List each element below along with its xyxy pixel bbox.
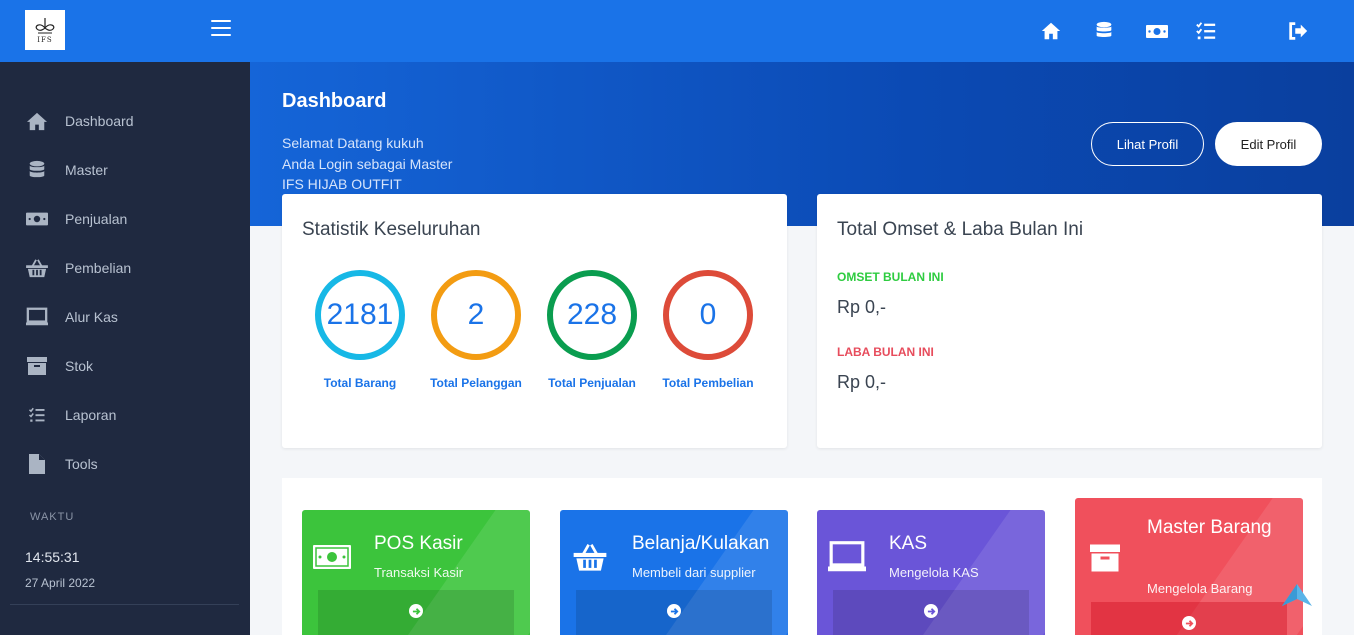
stat-label: Total Pembelian [662,376,754,390]
basket-icon [26,258,48,278]
tile-master-barang[interactable]: Master Barang Mengelola Barang [1075,498,1303,635]
page-title: Dashboard [282,90,387,112]
laptop-icon [26,307,48,327]
money-icon [26,209,48,229]
database-icon[interactable] [1093,20,1115,42]
sidebar-item-label: Laporan [65,406,117,423]
tile-title: POS Kasir [374,533,463,554]
arrow-right-icon [409,604,423,618]
sidebar-item-master[interactable]: Master [0,145,250,194]
tile-open-button[interactable] [1091,602,1287,635]
sidebar-item-label: Master [65,161,108,178]
home-icon[interactable] [1040,20,1062,42]
home-icon [26,111,48,131]
stat-label: Total Barang [323,376,397,390]
lihat-profil-button[interactable]: Lihat Profil [1091,122,1204,166]
list-check-icon [26,405,48,425]
archive-icon [1085,540,1125,576]
sidebar-item-label: Alur Kas [65,308,118,325]
sidebar-item-pembelian[interactable]: Pembelian [0,243,250,292]
tile-pos-kasir[interactable]: POS Kasir Transaksi Kasir [302,510,530,635]
shortcut-panel: POS Kasir Transaksi Kasir Belanja/Kulaka… [282,478,1322,635]
money-icon [312,539,352,575]
waktu-label: WAKTU [30,511,75,523]
tile-belanja-kulakan[interactable]: Belanja/Kulakan Membeli dari supplier [560,510,788,635]
file-icon [26,453,48,474]
laba-value: Rp 0,- [837,372,887,392]
sidebar: Dashboard Master Penjualan Pembelian Alu… [0,62,250,635]
sidebar-item-tools[interactable]: Tools [0,439,250,488]
stats-card-title: Statistik Keseluruhan [302,219,481,240]
omset-label: OMSET BULAN INI [837,270,944,284]
sidebar-item-label: Penjualan [65,210,128,227]
omset-card-title: Total Omset & Laba Bulan Ini [837,219,1084,240]
money-icon[interactable] [1145,20,1169,42]
tile-title: KAS [889,533,928,554]
arrow-right-icon [1182,616,1196,630]
laptop-icon [827,539,867,575]
welcome-text: Selamat Datang kukuh Anda Login sebagai … [282,133,452,195]
welcome-line-store: IFS HIJAB OUTFIT [282,176,402,192]
tile-subtitle: Mengelola KAS [889,565,979,580]
stat-label: Total Pelanggan [430,376,522,390]
arrow-right-icon [667,604,681,618]
stats-card: Statistik Keseluruhan 2181 Total Barang … [282,194,787,448]
app-logo[interactable]: IFS [25,10,65,50]
tile-subtitle: Mengelola Barang [1147,581,1253,596]
tile-subtitle: Membeli dari supplier [632,565,756,580]
welcome-line-user: Selamat Datang kukuh [282,135,424,151]
logout-icon[interactable] [1287,20,1309,42]
stat-total-pelanggan[interactable]: 2 Total Pelanggan [418,270,534,390]
tile-open-button[interactable] [833,590,1029,635]
sidebar-item-stok[interactable]: Stok [0,341,250,390]
sidebar-nav: Dashboard Master Penjualan Pembelian Alu… [0,96,250,488]
stat-ring: 2181 [315,270,405,360]
clock-date: 27 April 2022 [25,576,96,590]
top-navbar: IFS [0,0,1354,62]
tile-title: Master Barang [1147,517,1272,538]
stat-total-pembelian[interactable]: 0 Total Pembelian [650,270,766,390]
logo-text: IFS [37,36,53,44]
arrow-right-icon [924,604,938,618]
laba-label: LABA BULAN INI [837,345,934,359]
sidebar-item-dashboard[interactable]: Dashboard [0,96,250,145]
stat-ring: 228 [547,270,637,360]
tile-open-button[interactable] [318,590,514,635]
stat-ring: 2 [431,270,521,360]
tile-open-button[interactable] [576,590,772,635]
sidebar-divider [10,604,239,605]
sidebar-item-label: Stok [65,357,94,374]
stat-ring: 0 [663,270,753,360]
archive-icon [26,356,48,376]
sidebar-item-label: Pembelian [65,259,132,276]
stat-total-penjualan[interactable]: 228 Total Penjualan [534,270,650,390]
database-icon [26,160,48,180]
sidebar-item-penjualan[interactable]: Penjualan [0,194,250,243]
sidebar-item-label: Dashboard [65,112,134,129]
tile-title: Belanja/Kulakan [632,533,770,554]
hamburger-menu-icon[interactable] [211,20,231,38]
list-check-icon[interactable] [1195,20,1217,42]
logo-emblem-icon [35,17,55,34]
edit-profil-button[interactable]: Edit Profil [1215,122,1322,166]
omset-value: Rp 0,- [837,297,887,317]
omset-card: Total Omset & Laba Bulan Ini OMSET BULAN… [817,194,1322,448]
sidebar-item-laporan[interactable]: Laporan [0,390,250,439]
stat-label: Total Penjualan [548,376,636,390]
welcome-line-role: Anda Login sebagai Master [282,155,453,172]
stat-total-barang[interactable]: 2181 Total Barang [302,270,418,390]
sidebar-item-alur-kas[interactable]: Alur Kas [0,292,250,341]
tile-kas[interactable]: KAS Mengelola KAS [817,510,1045,635]
sidebar-item-label: Tools [65,455,98,472]
basket-icon [570,539,610,575]
scroll-to-top-icon[interactable] [1280,582,1314,610]
tile-subtitle: Transaksi Kasir [374,565,464,580]
clock-time: 14:55:31 [25,549,80,565]
